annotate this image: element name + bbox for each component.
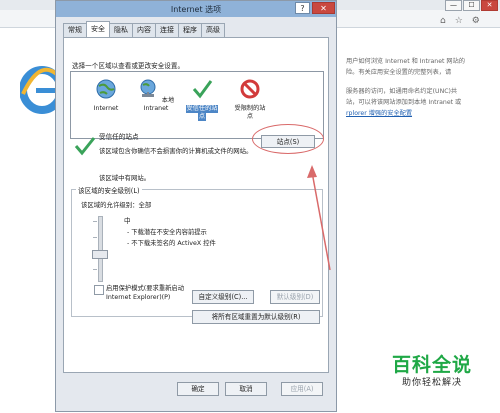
ok-button[interactable]: 确定: [177, 382, 219, 396]
zone-label: 受信任的站: [185, 105, 219, 113]
maximize-button[interactable]: ☐: [463, 0, 480, 11]
dialog-close-button[interactable]: ✕: [312, 2, 335, 14]
cancel-button[interactable]: 取消: [225, 382, 267, 396]
slider-thumb[interactable]: [92, 250, 108, 259]
ie-toolbar: ⌂ ☆ ⚙: [440, 16, 480, 26]
tab-advanced[interactable]: 高级: [201, 23, 225, 37]
zone-internet[interactable]: Internet: [83, 78, 129, 113]
zone-sites-note: 该区域中有网站。: [99, 174, 151, 182]
zone-description: 该区域包含你确信不会损害你的计算机或文件的网站。: [99, 147, 253, 155]
zone-prompt: 选择一个区域以查看或更改安全设置。: [72, 62, 185, 70]
slider-tick: [93, 269, 97, 270]
protected-mode-checkbox[interactable]: [94, 285, 104, 295]
trusted-check-icon: [192, 80, 213, 99]
gear-icon[interactable]: ⚙: [472, 16, 480, 26]
help-button[interactable]: ?: [295, 2, 310, 14]
custom-level-button[interactable]: 自定义级别(C)...: [192, 290, 254, 304]
zone-label: 受限制的站: [234, 105, 266, 112]
zone-trusted-sites[interactable]: 受信任的站 点: [179, 78, 225, 121]
restricted-icon: [240, 79, 260, 99]
tab-connections[interactable]: 连接: [155, 23, 179, 37]
bg-text-line: 服务器的访问，如通用命名约定(UNC)共: [346, 88, 458, 95]
security-tab-panel: 选择一个区域以查看或更改安全设置。 Internet 本地 Intranet 受…: [63, 37, 329, 373]
tab-privacy[interactable]: 隐私: [109, 23, 133, 37]
dialog-title: Internet 选项: [170, 5, 222, 14]
slider-tick: [93, 237, 97, 238]
enhanced-security-link[interactable]: rplorer 增强的安全配置: [346, 108, 496, 119]
bg-text-line: 用户如何浏览 Internet 和 Intranet 网站的: [346, 58, 465, 65]
zone-restricted-sites[interactable]: 受限制的站 点: [227, 78, 273, 121]
zone-label: 本地: [161, 97, 175, 104]
trusted-check-icon: [74, 137, 96, 156]
zone-local-intranet[interactable]: 本地 Intranet: [133, 78, 179, 113]
zone-label: 点: [197, 113, 207, 121]
sites-button[interactable]: 站点(S): [261, 135, 315, 148]
protected-mode-label: 启用保护模式(要求重新启动 Internet Explorer)(P): [106, 285, 185, 301]
window-close-button[interactable]: ✕: [481, 0, 498, 11]
home-icon[interactable]: ⌂: [440, 16, 446, 26]
allowed-levels: 该区域的允许级别：全部: [81, 201, 152, 209]
watermark: 百科全说 助你轻松解决: [372, 354, 492, 390]
tab-strip: 常规 安全 隐私 内容 连接 程序 高级: [63, 21, 225, 37]
tab-security[interactable]: 安全: [86, 21, 110, 37]
bg-text-line: 险。有关应用安全设置的完整列表，请: [346, 69, 452, 76]
bg-text-line: 站，可以将该网站添加到本地 Intranet 或: [346, 99, 462, 106]
zone-label: Intranet: [143, 105, 169, 112]
internet-options-dialog: Internet 选项 ? ✕ 常规 安全 隐私 内容 连接 程序 高级 选择一…: [55, 0, 337, 412]
level-name: 中: [124, 217, 131, 225]
security-level-title: 该区域的安全级别(L): [76, 185, 142, 195]
watermark-title: 百科全说: [391, 354, 472, 376]
zone-label: Internet: [93, 105, 119, 112]
intranet-icon: [140, 79, 156, 97]
watermark-subtitle: 助你轻松解决: [401, 378, 462, 388]
zone-label: 点: [246, 113, 254, 120]
default-level-button[interactable]: 默认级别(D): [270, 290, 320, 304]
apply-button[interactable]: 应用(A): [281, 382, 323, 396]
level-item: - 下载潜在不安全内容前提示: [127, 229, 207, 236]
reset-all-zones-button[interactable]: 将所有区域重置为默认级别(R): [192, 310, 320, 324]
tab-programs[interactable]: 程序: [178, 23, 202, 37]
star-icon[interactable]: ☆: [455, 16, 463, 26]
globe-icon: [96, 79, 116, 99]
ie-window-controls: — ☐ ✕: [445, 0, 498, 11]
zone-name: 受信任的站点: [99, 133, 139, 141]
tab-general[interactable]: 常规: [63, 23, 87, 37]
ie-background-text: 用户如何浏览 Internet 和 Intranet 网站的 险。有关应用安全设…: [346, 56, 496, 119]
level-item: - 不下载未签名的 ActiveX 控件: [127, 240, 216, 247]
security-level-slider[interactable]: [98, 216, 103, 282]
slider-tick: [93, 221, 97, 222]
tab-content[interactable]: 内容: [132, 23, 156, 37]
minimize-button[interactable]: —: [445, 0, 462, 11]
